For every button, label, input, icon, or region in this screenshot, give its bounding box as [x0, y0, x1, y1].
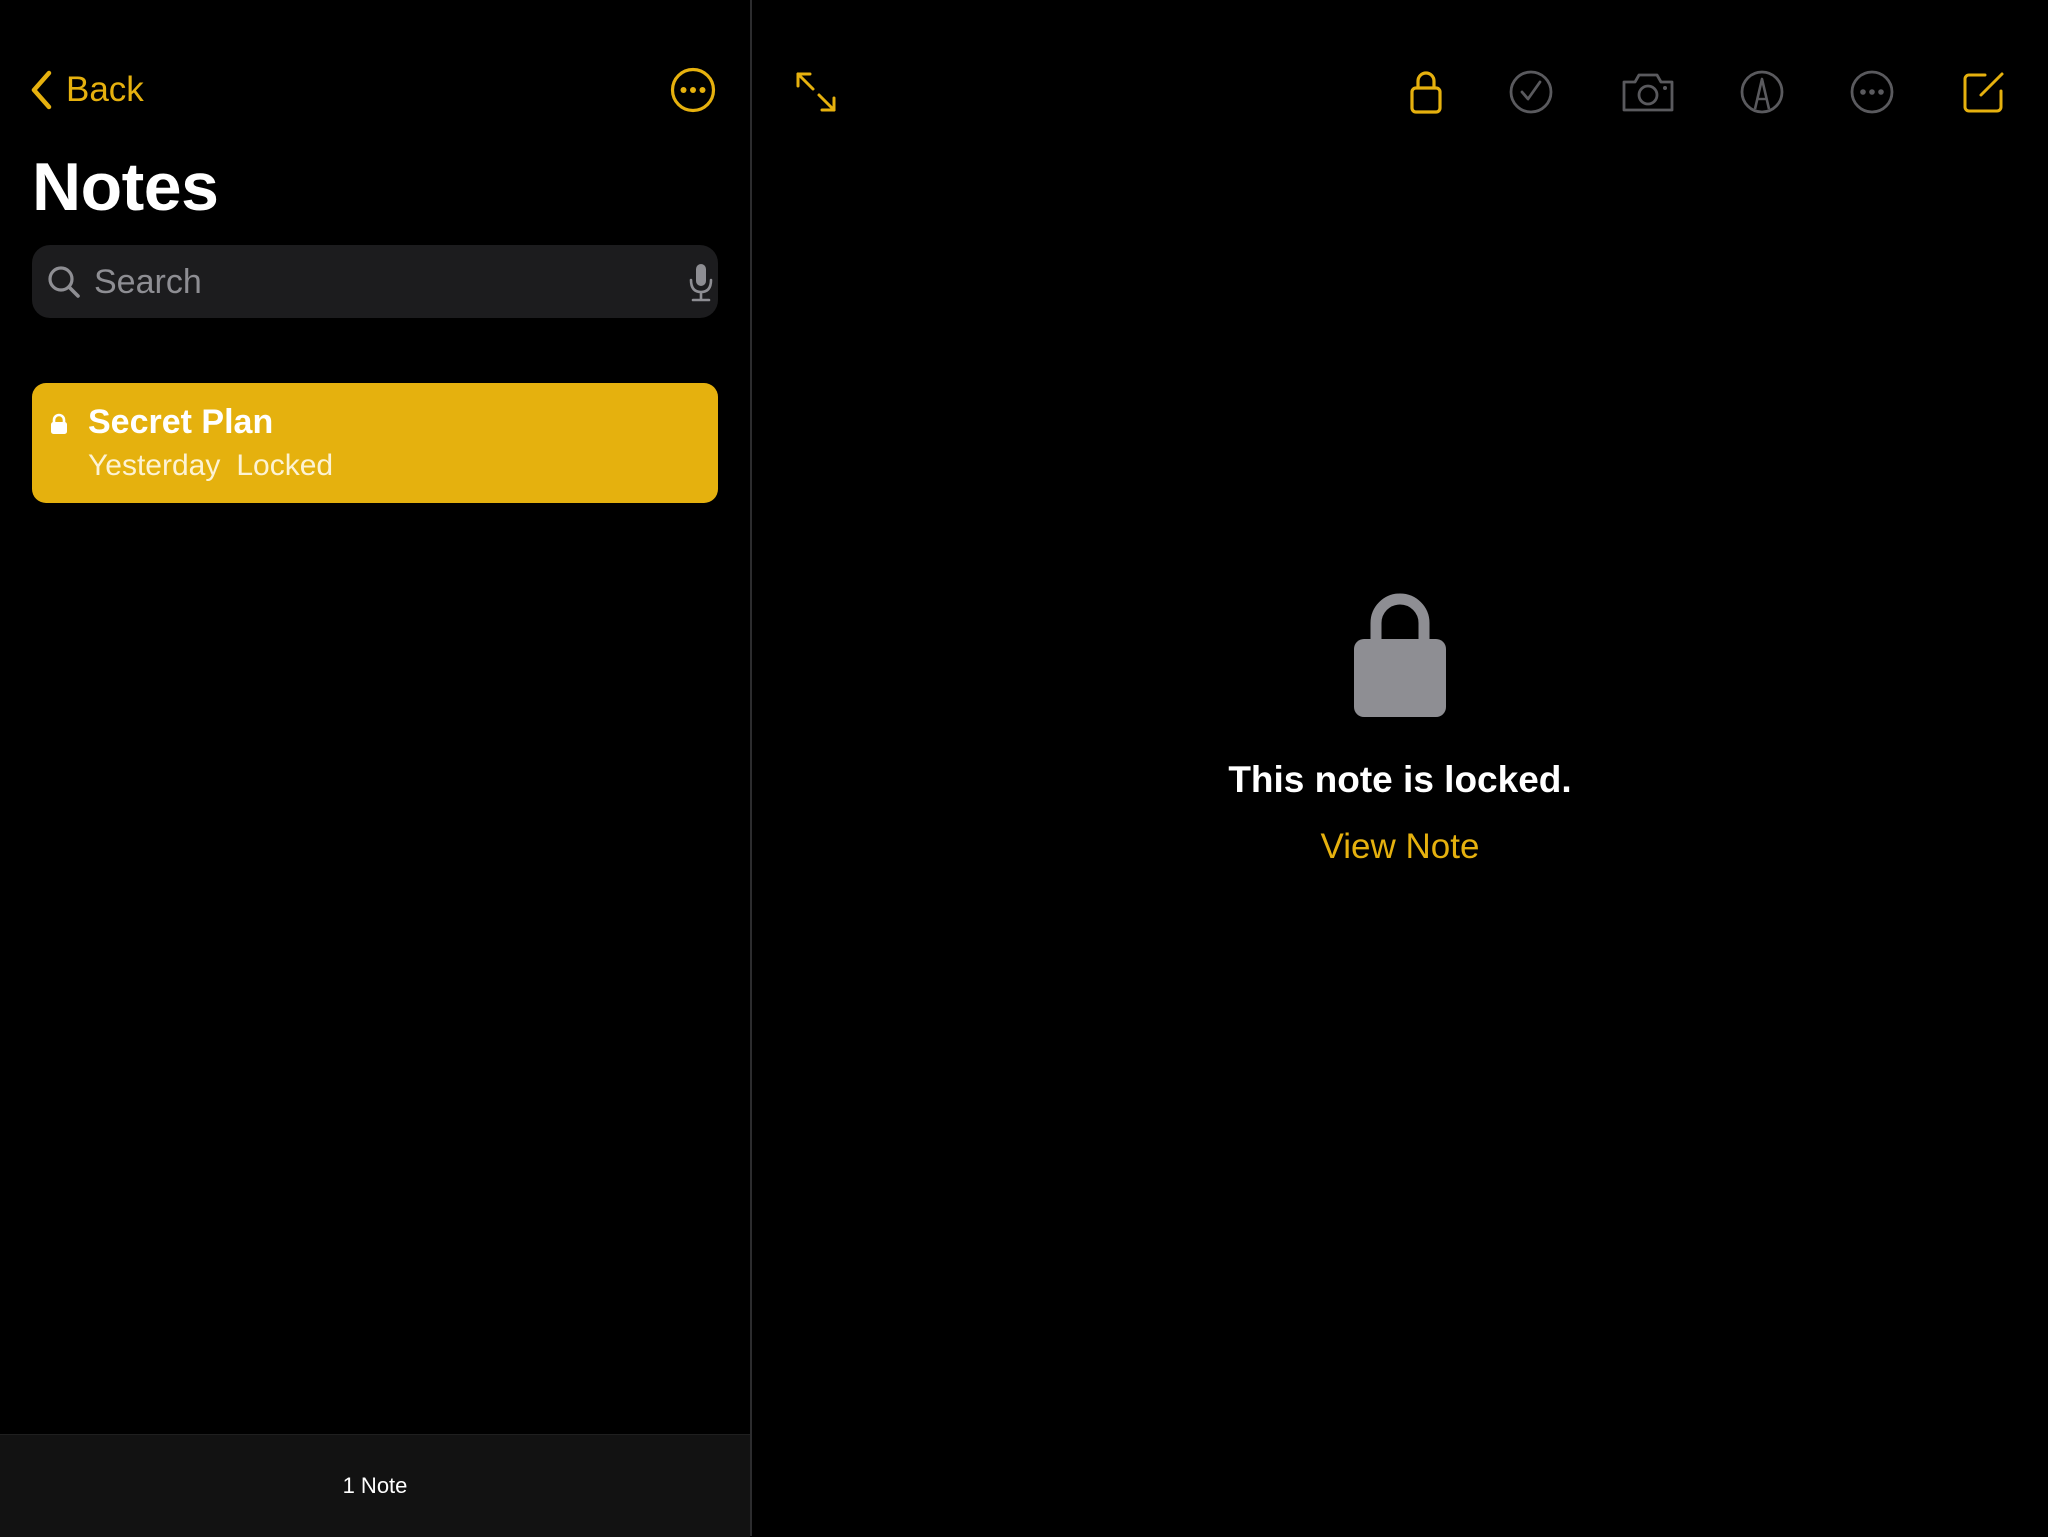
lock-icon — [1410, 71, 1442, 114]
search-input[interactable] — [92, 253, 656, 311]
checklist-button[interactable] — [1505, 66, 1557, 118]
locked-note-placeholder: This note is locked. View Note — [752, 585, 2048, 867]
ellipsis-circle-icon — [1850, 70, 1894, 114]
expand-icon — [796, 72, 836, 112]
chevron-left-icon — [31, 70, 52, 110]
back-button[interactable]: Back — [30, 66, 144, 114]
ellipsis-circle-icon[interactable] — [670, 67, 716, 113]
expand-button[interactable] — [790, 66, 842, 118]
note-meta: Yesterday Locked — [88, 449, 333, 483]
markup-button[interactable] — [1736, 66, 1788, 118]
note-title: Secret Plan — [88, 403, 274, 441]
lock-icon — [51, 413, 67, 434]
back-label: Back — [66, 70, 144, 109]
note-detail-pane: This note is locked. View Note — [752, 0, 2048, 1536]
compose-icon — [1963, 72, 2004, 113]
sidebar-footer: 1 Note — [0, 1434, 750, 1537]
page-title: Notes — [32, 149, 219, 225]
lock-note-button[interactable] — [1400, 66, 1452, 118]
compose-button[interactable] — [1958, 66, 2010, 118]
checklist-icon — [1509, 70, 1553, 114]
camera-button[interactable] — [1618, 66, 1678, 118]
note-status: Locked — [236, 449, 334, 482]
more-button[interactable] — [1846, 66, 1898, 118]
search-bar[interactable] — [32, 245, 718, 318]
note-list-item[interactable]: Secret Plan Yesterday Locked — [32, 383, 718, 503]
locked-message: This note is locked. — [1228, 759, 1572, 800]
view-note-button[interactable]: View Note — [1321, 827, 1480, 867]
note-count: 1 Note — [342, 1473, 408, 1498]
note-date: Yesterday — [88, 449, 221, 482]
lock-icon — [1354, 593, 1446, 717]
search-icon — [48, 266, 80, 298]
markup-icon — [1740, 70, 1784, 114]
microphone-icon[interactable] — [688, 262, 714, 302]
camera-icon — [1622, 73, 1674, 112]
notes-sidebar: Back Notes Secret Plan Yesterday Locked 1… — [0, 0, 750, 1537]
